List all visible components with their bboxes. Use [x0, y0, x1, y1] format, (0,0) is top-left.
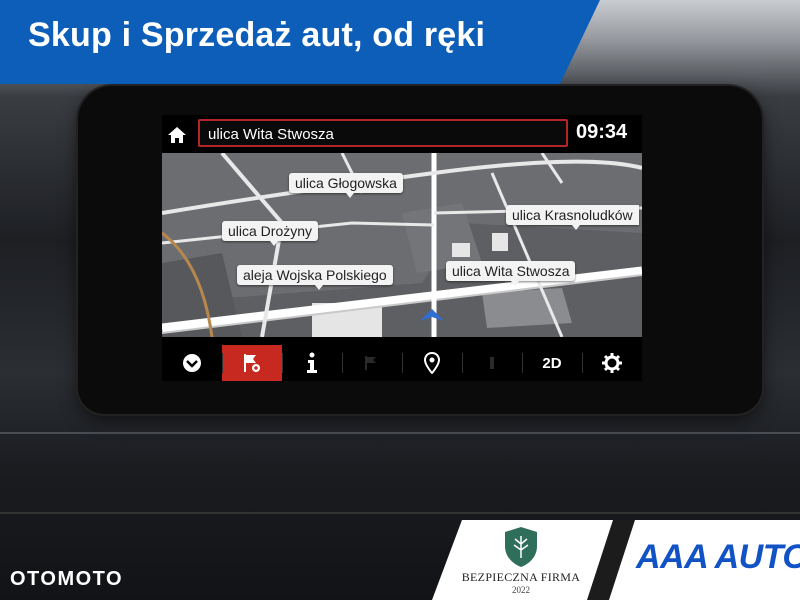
destination-field[interactable]: ulica Wita Stwosza	[198, 119, 568, 147]
map-label: aleja Wojska Polskiego	[237, 265, 393, 290]
banner-text: Skup i Sprzedaż aut, od ręki	[28, 16, 486, 54]
disabled-button	[462, 345, 522, 381]
home-icon[interactable]	[166, 125, 188, 145]
dashboard-trim	[0, 512, 800, 514]
disabled-flag-button	[342, 345, 402, 381]
shield-logo-icon	[505, 527, 537, 567]
nav-top-bar: ulica Wita Stwosza 09:34	[162, 115, 642, 153]
add-waypoint-button[interactable]	[222, 345, 282, 381]
aaa-auto-logo: AAA AUTO	[636, 538, 800, 576]
info-icon	[307, 352, 317, 373]
clock: 09:34	[576, 121, 628, 143]
chevron-down-icon	[183, 354, 201, 372]
info-button[interactable]	[282, 345, 342, 381]
navigation-screen: ulica Wita Stwosza 09:34 ulica Głogowska…	[162, 115, 642, 381]
dashboard-edge	[0, 432, 800, 434]
firm-badge-year: 2022	[512, 585, 530, 595]
firm-badge-title: BEZPIECZNA FIRMA	[461, 570, 581, 584]
otomoto-watermark: OTOMOTO	[10, 568, 124, 590]
flag-add-icon	[244, 354, 260, 372]
gear-icon	[602, 353, 622, 373]
map-label: ulica Wita Stwosza	[446, 261, 576, 286]
disabled-icon	[490, 357, 494, 369]
map-view[interactable]: ulica Głogowska ulica Krasnoludków ulica…	[162, 151, 642, 338]
nav-toolbar: 2D	[162, 345, 642, 381]
map-label: ulica Głogowska	[289, 173, 403, 198]
menu-toggle-button[interactable]	[162, 345, 222, 381]
map-label: ulica Krasnoludków	[506, 205, 639, 230]
location-pin-icon	[424, 352, 440, 374]
view-2d-button[interactable]: 2D	[522, 345, 582, 381]
settings-button[interactable]	[582, 345, 642, 381]
view-2d-label: 2D	[542, 354, 562, 372]
disabled-flag-icon	[365, 356, 376, 370]
location-button[interactable]	[402, 345, 462, 381]
map-label: ulica Drożyny	[222, 221, 319, 246]
